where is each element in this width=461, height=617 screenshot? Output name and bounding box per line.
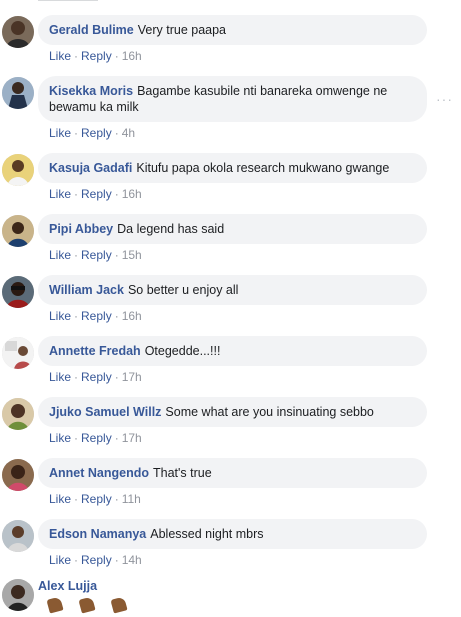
comment-actions: Like · Reply · 16h xyxy=(49,187,142,201)
avatar[interactable] xyxy=(2,16,34,48)
separator-dot: · xyxy=(74,431,79,445)
comment-bubble: Edson Namanya Ablessed night mbrs xyxy=(38,519,427,549)
comment-author[interactable]: Alex Lujja xyxy=(38,579,97,593)
separator-dot: · xyxy=(114,431,119,445)
like-link[interactable]: Like xyxy=(49,187,71,201)
reply-link[interactable]: Reply xyxy=(81,370,112,384)
comment-author[interactable]: Annet Nangendo xyxy=(49,466,149,480)
comment-actions: Like · Reply · 17h xyxy=(49,431,142,445)
comment-author[interactable]: William Jack xyxy=(49,283,124,297)
comment-text: That's true xyxy=(153,466,212,480)
avatar[interactable] xyxy=(2,398,34,430)
comment-bubble: Annette Fredah Otegedde...!!! xyxy=(38,336,427,366)
separator-dot: · xyxy=(114,492,119,506)
reply-link[interactable]: Reply xyxy=(81,248,112,262)
avatar[interactable] xyxy=(2,215,34,247)
comment-text: Da legend has said xyxy=(117,222,225,236)
separator-dot: · xyxy=(114,187,119,201)
comment-bubble: Jjuko Samuel Willz Some what are you insi… xyxy=(38,397,427,427)
comment-actions: Like · Reply · 16h xyxy=(49,49,142,63)
avatar[interactable] xyxy=(2,337,34,369)
separator-dot: · xyxy=(114,370,119,384)
comment-actions: Like · Reply · 16h xyxy=(49,309,142,323)
comment-timestamp[interactable]: 17h xyxy=(122,370,142,384)
separator-dot: · xyxy=(74,553,79,567)
clapping-hands-icon xyxy=(110,596,128,614)
comment-bubble: Gerald Bulime Very true paapa xyxy=(38,15,427,45)
reply-link[interactable]: Reply xyxy=(81,492,112,506)
comment-timestamp[interactable]: 4h xyxy=(122,126,135,140)
reply-link[interactable]: Reply xyxy=(81,553,112,567)
reply-link[interactable]: Reply xyxy=(81,126,112,140)
clapping-hands-icon xyxy=(46,596,144,617)
clapping-hands-icon xyxy=(78,596,96,614)
comment-timestamp[interactable]: 15h xyxy=(122,248,142,262)
separator-dot: · xyxy=(114,248,119,262)
comment-timestamp[interactable]: 16h xyxy=(122,309,142,323)
comment-author[interactable]: Jjuko Samuel Willz xyxy=(49,405,161,419)
like-link[interactable]: Like xyxy=(49,553,71,567)
separator-dot: · xyxy=(114,553,119,567)
previous-comment-edge xyxy=(38,0,98,5)
separator-dot: · xyxy=(74,492,79,506)
comment-timestamp[interactable]: 16h xyxy=(122,187,142,201)
separator-dot: · xyxy=(74,248,79,262)
like-link[interactable]: Like xyxy=(49,49,71,63)
comment-actions: Like · Reply · 14h xyxy=(49,553,142,567)
separator-dot: · xyxy=(114,126,119,140)
comment-actions: Like · Reply · 17h xyxy=(49,370,142,384)
comment-bubble: William Jack So better u enjoy all xyxy=(38,275,427,305)
avatar[interactable] xyxy=(2,276,34,308)
reply-link[interactable]: Reply xyxy=(81,187,112,201)
like-link[interactable]: Like xyxy=(49,431,71,445)
comment-author[interactable]: Gerald Bulime xyxy=(49,23,134,37)
avatar[interactable] xyxy=(2,154,34,186)
clapping-hands-icon xyxy=(46,596,64,614)
comment-bubble: Kisekka Moris Bagambe kasubile nti banare… xyxy=(38,76,427,122)
comment-text: Kitufu papa okola research mukwano gwang… xyxy=(136,161,390,175)
comment-text: Ablessed night mbrs xyxy=(150,527,264,541)
comment-timestamp[interactable]: 14h xyxy=(122,553,142,567)
separator-dot: · xyxy=(114,49,119,63)
comment-text: Otegedde...!!! xyxy=(144,344,221,358)
like-link[interactable]: Like xyxy=(49,248,71,262)
separator-dot: · xyxy=(74,126,79,140)
separator-dot: · xyxy=(74,309,79,323)
comment-timestamp[interactable]: 11h xyxy=(122,492,141,506)
avatar[interactable] xyxy=(2,77,34,109)
comment-text: So better u enjoy all xyxy=(127,283,239,297)
comment-text: Very true paapa xyxy=(137,23,227,37)
comment-author[interactable]: Pipi Abbey xyxy=(49,222,113,236)
comment-bubble: Pipi Abbey Da legend has said xyxy=(38,214,427,244)
comment-timestamp[interactable]: 16h xyxy=(122,49,142,63)
comment-author[interactable]: Kasuja Gadafi xyxy=(49,161,132,175)
reply-link[interactable]: Reply xyxy=(81,431,112,445)
separator-dot: · xyxy=(114,309,119,323)
like-link[interactable]: Like xyxy=(49,309,71,323)
reply-link[interactable]: Reply xyxy=(81,309,112,323)
separator-dot: · xyxy=(74,187,79,201)
separator-dot: · xyxy=(74,49,79,63)
like-link[interactable]: Like xyxy=(49,492,71,506)
avatar[interactable] xyxy=(2,520,34,552)
comment-timestamp[interactable]: 17h xyxy=(122,431,142,445)
comment-bubble: Annet Nangendo That's true xyxy=(38,458,427,488)
avatar[interactable] xyxy=(2,459,34,491)
comment-author[interactable]: Kisekka Moris xyxy=(49,84,133,98)
comment-author[interactable]: Edson Namanya xyxy=(49,527,146,541)
comment-actions: Like · Reply · 4h xyxy=(49,126,135,140)
like-link[interactable]: Like xyxy=(49,370,71,384)
comment-author[interactable]: Annette Fredah xyxy=(49,344,141,358)
comment-actions: Like · Reply · 15h xyxy=(49,248,142,262)
comment-text: Some what are you insinuating sebbo xyxy=(165,405,374,419)
reply-link[interactable]: Reply xyxy=(81,49,112,63)
separator-dot: · xyxy=(74,370,79,384)
like-link[interactable]: Like xyxy=(49,126,71,140)
comment-actions: Like · Reply · 11h xyxy=(49,492,141,506)
more-options-icon[interactable]: ··· xyxy=(436,91,453,107)
avatar[interactable] xyxy=(2,579,34,611)
comment-bubble: Kasuja Gadafi Kitufu papa okola research … xyxy=(38,153,427,183)
